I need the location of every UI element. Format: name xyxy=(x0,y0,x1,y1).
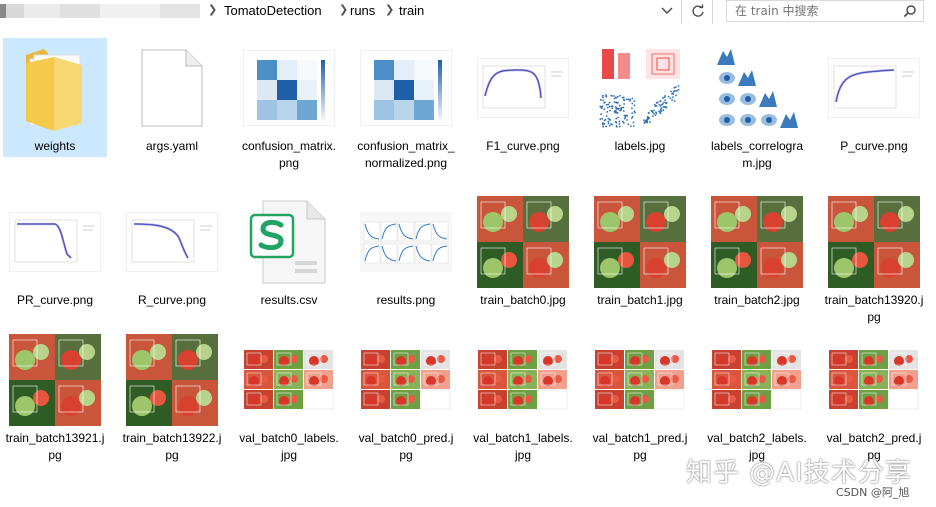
file-item-confusion-matrix-png[interactable]: confusion_matrix.png xyxy=(237,38,341,170)
file-item-train-batch13921-jpg[interactable]: train_batch13921.jpg xyxy=(3,330,107,462)
image-thumbnail xyxy=(120,192,224,292)
file-name-label: train_batch13922.jpg xyxy=(122,431,222,462)
file-name-label: results.csv xyxy=(260,293,318,307)
file-name-label: confusion_matrix.png xyxy=(241,139,337,170)
file-item-val-batch1-labels-jpg[interactable]: val_batch1_labels.jpg xyxy=(471,330,575,462)
file-item-confusion-matrix-normalized-png[interactable]: confusion_matrix_normalized.png xyxy=(354,38,458,170)
image-thumbnail xyxy=(822,38,926,138)
file-name-label: args.yaml xyxy=(145,139,198,153)
image-thumbnail xyxy=(705,38,809,138)
file-name-label: PR_curve.png xyxy=(16,293,94,307)
file-item-results-csv[interactable]: results.csv xyxy=(237,192,341,310)
file-item-val-batch0-pred-jpg[interactable]: val_batch0_pred.jpg xyxy=(354,330,458,462)
chevron-right-icon: ❯ xyxy=(339,4,349,16)
file-item-val-batch0-labels-jpg[interactable]: val_batch0_labels.jpg xyxy=(237,330,341,462)
history-dropdown-button[interactable] xyxy=(655,0,679,22)
image-thumbnail xyxy=(705,330,809,430)
image-thumbnail xyxy=(588,38,692,138)
chevron-down-icon xyxy=(661,7,673,14)
file-name-label: train_batch13920.jpg xyxy=(824,293,924,324)
file-name-label: val_batch0_labels.jpg xyxy=(239,431,339,462)
image-thumbnail xyxy=(471,330,575,430)
image-thumbnail xyxy=(3,192,107,292)
breadcrumb-item-runs[interactable]: runs xyxy=(350,3,375,18)
file-item-val-batch2-pred-jpg[interactable]: val_batch2_pred.jpg xyxy=(822,330,926,462)
image-thumbnail xyxy=(237,330,341,430)
file-name-label: val_batch1_labels.jpg xyxy=(473,431,573,462)
file-name-label: train_batch2.jpg xyxy=(714,293,800,307)
image-thumbnail xyxy=(237,38,341,138)
file-name-label: labels.jpg xyxy=(614,139,666,153)
file-name-label: train_batch1.jpg xyxy=(597,293,683,307)
image-thumbnail xyxy=(588,192,692,292)
file-name-label: confusion_matrix_normalized.png xyxy=(357,139,455,170)
file-name-label: F1_curve.png xyxy=(486,139,560,153)
image-thumbnail xyxy=(705,192,809,292)
image-thumbnail xyxy=(822,192,926,292)
search-icon[interactable] xyxy=(903,4,917,18)
file-name-label: val_batch1_pred.jpg xyxy=(592,431,688,462)
file-item-train-batch0-jpg[interactable]: train_batch0.jpg xyxy=(471,192,575,310)
file-item-r-curve-png[interactable]: R_curve.png xyxy=(120,192,224,310)
file-item-p-curve-png[interactable]: P_curve.png xyxy=(822,38,926,156)
image-thumbnail xyxy=(354,330,458,430)
file-item-labels-correlogram-jpg[interactable]: labels_correlogram.jpg xyxy=(705,38,809,170)
image-thumbnail xyxy=(354,38,458,138)
file-item-f1-curve-png[interactable]: F1_curve.png xyxy=(471,38,575,156)
file-item-train-batch13922-jpg[interactable]: train_batch13922.jpg xyxy=(120,330,224,462)
image-thumbnail xyxy=(471,38,575,138)
file-item-train-batch2-jpg[interactable]: train_batch2.jpg xyxy=(705,192,809,310)
breadcrumb-item-train[interactable]: train xyxy=(399,3,424,18)
breadcrumb: ❯ TomatoDetection ❯ runs ❯ train xyxy=(0,0,678,22)
csdn-watermark: CSDN @阿_旭 xyxy=(836,486,910,499)
chevron-right-icon: ❯ xyxy=(208,4,218,16)
refresh-button[interactable] xyxy=(686,0,710,22)
image-thumbnail xyxy=(588,330,692,430)
image-thumbnail xyxy=(471,192,575,292)
file-name-label: results.png xyxy=(376,293,436,307)
file-name-label: labels_correlogram.jpg xyxy=(710,139,804,170)
file-item-results-png[interactable]: results.png xyxy=(354,192,458,310)
image-thumbnail xyxy=(354,192,458,292)
file-item-train-batch13920-jpg[interactable]: train_batch13920.jpg xyxy=(822,192,926,324)
chevron-right-icon: ❯ xyxy=(385,4,395,16)
folder-icon xyxy=(3,38,107,138)
file-name-label: val_batch0_pred.jpg xyxy=(358,431,454,462)
file-item-labels-jpg[interactable]: labels.jpg xyxy=(588,38,692,156)
address-bar: ❯ TomatoDetection ❯ runs ❯ train xyxy=(0,0,936,26)
divider xyxy=(681,0,682,24)
file-item-train-batch1-jpg[interactable]: train_batch1.jpg xyxy=(588,192,692,310)
file-item-weights[interactable]: weights xyxy=(3,38,107,157)
file-item-pr-curve-png[interactable]: PR_curve.png xyxy=(3,192,107,310)
file-item-val-batch1-pred-jpg[interactable]: val_batch1_pred.jpg xyxy=(588,330,692,462)
image-thumbnail xyxy=(3,330,107,430)
file-icon xyxy=(120,38,224,138)
file-name-label: P_curve.png xyxy=(840,139,908,153)
divider xyxy=(712,0,713,24)
search-box[interactable] xyxy=(726,0,924,22)
file-item-args-yaml[interactable]: args.yaml xyxy=(120,38,224,156)
file-name-label: weights xyxy=(34,139,76,153)
csv-file-icon xyxy=(237,192,341,292)
image-thumbnail xyxy=(822,330,926,430)
search-input[interactable] xyxy=(735,4,905,18)
breadcrumb-item-tomatodetection[interactable]: TomatoDetection xyxy=(224,3,322,18)
refresh-icon xyxy=(692,4,704,17)
file-name-label: train_batch13921.jpg xyxy=(5,431,105,462)
image-thumbnail xyxy=(120,330,224,430)
blurred-path-region xyxy=(0,4,200,18)
file-item-val-batch2-labels-jpg[interactable]: val_batch2_labels.jpg xyxy=(705,330,809,462)
file-name-label: R_curve.png xyxy=(137,293,207,307)
file-name-label: train_batch0.jpg xyxy=(480,293,566,307)
